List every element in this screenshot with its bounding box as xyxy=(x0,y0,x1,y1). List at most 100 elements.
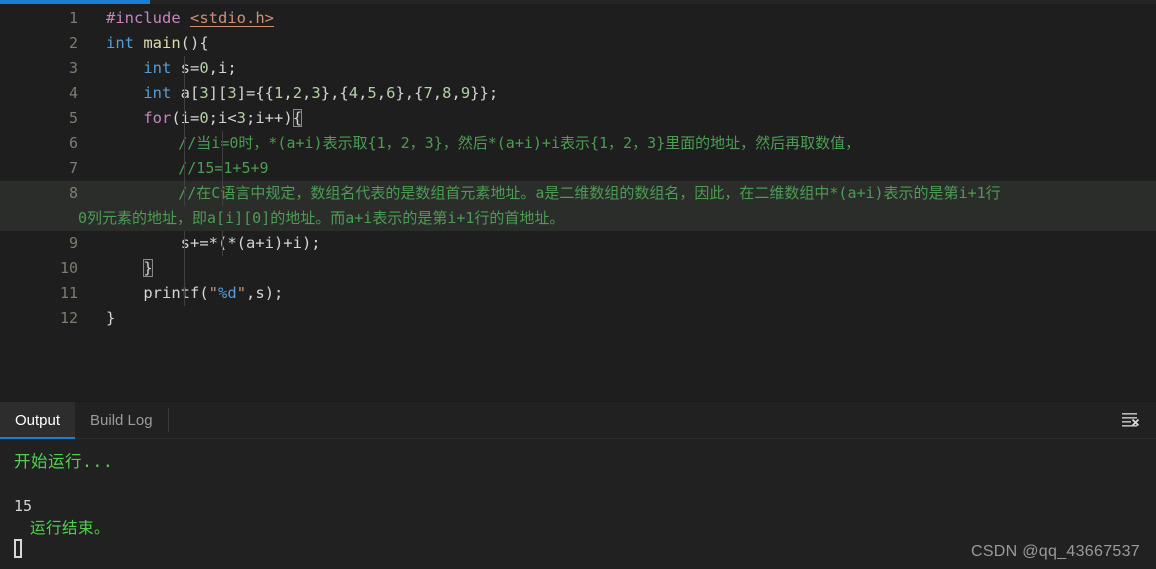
code-rows: 1 #include <stdio.h> 2 int main(){ 3 int… xyxy=(0,4,1156,331)
token-quote-open: " xyxy=(208,284,219,302)
token-ident: s= xyxy=(171,59,200,77)
code-line-wrap[interactable]: 0列元素的地址，即a[i][0]的地址。而a+i表示的是第i+1行的首地址。 xyxy=(0,206,1156,231)
line-content[interactable]: printf("%d",s); xyxy=(78,281,1156,306)
code-line[interactable]: 6 //当i=0时，*(a+i)表示取{1，2，3}，然后*(a+i)+i表示{… xyxy=(0,131,1156,156)
code-line[interactable]: 3 int s=0,i; xyxy=(0,56,1156,81)
code-line[interactable]: 7 //15=1+5+9 xyxy=(0,156,1156,181)
token-punct: , xyxy=(376,84,387,102)
bracket-match-open: { xyxy=(292,109,303,127)
indent-guide xyxy=(184,56,185,81)
line-content[interactable]: } xyxy=(78,306,1156,331)
code-line[interactable]: 4 int a[3][3]={{1,2,3},{4,5,6},{7,8,9}}; xyxy=(0,81,1156,106)
code-line[interactable]: 5 for(i=0;i<3;i++){ xyxy=(0,106,1156,131)
token-ident: a[ xyxy=(171,84,200,102)
line-number: 1 xyxy=(68,9,78,27)
line-content[interactable]: //当i=0时，*(a+i)表示取{1，2，3}，然后*(a+i)+i表示{1，… xyxy=(78,131,1156,156)
indent-guide xyxy=(184,231,185,256)
line-number: 3 xyxy=(68,59,78,77)
line-content[interactable]: int main(){ xyxy=(78,31,1156,56)
token-number: 0 xyxy=(199,59,209,77)
token-number: 9 xyxy=(460,84,471,102)
token-function-call: printf xyxy=(143,284,200,302)
line-content[interactable]: int a[3][3]={{1,2,3},{4,5,6},{7,8,9}}; xyxy=(78,81,1156,106)
indent-guide xyxy=(222,131,223,156)
output-console[interactable]: 开始运行... 15 运行结束。 CSDN @qq_43667537 xyxy=(0,439,1156,569)
code-editor[interactable]: 1 #include <stdio.h> 2 int main(){ 3 int… xyxy=(0,4,1156,401)
tab-output[interactable]: Output xyxy=(0,402,76,439)
line-content[interactable]: #include <stdio.h> xyxy=(78,6,1156,31)
token-comment-wrap: 0列元素的地址，即a[i][0]的地址。而a+i表示的是第i+1行的首地址。 xyxy=(78,209,565,227)
line-number: 11 xyxy=(59,284,78,302)
tab-build-log[interactable]: Build Log xyxy=(75,402,168,438)
token-number: 3 xyxy=(236,109,247,127)
code-line[interactable]: 2 int main(){ xyxy=(0,31,1156,56)
code-line[interactable]: 9 s+=*(*(a+i)+i); xyxy=(0,231,1156,256)
token-statement: s+=*(*(a+i)+i); xyxy=(180,234,321,252)
token-number: 3 xyxy=(311,84,321,102)
tabbar-spacer xyxy=(169,402,1156,438)
line-number: 5 xyxy=(68,109,78,127)
token-punct: ][ xyxy=(208,84,228,102)
bracket-match-close: } xyxy=(143,259,153,277)
token-number: 1 xyxy=(274,84,284,102)
line-number: 12 xyxy=(59,309,78,327)
token-punct: }}; xyxy=(470,84,499,102)
line-number: 6 xyxy=(68,134,78,152)
line-content[interactable]: int s=0,i; xyxy=(78,56,1156,81)
code-line[interactable]: 1 #include <stdio.h> xyxy=(0,6,1156,31)
console-program-output: 15 xyxy=(14,497,33,515)
console-start-line: 开始运行... xyxy=(14,452,114,471)
line-content[interactable]: s+=*(*(a+i)+i); xyxy=(78,231,1156,256)
token-comment: //在C语言中规定，数组名代表的是数组首元素地址。a是二维数组的数组名，因此，在… xyxy=(178,184,1001,202)
line-content[interactable]: } xyxy=(78,256,1156,281)
block-cursor-icon xyxy=(14,539,22,558)
indent-guide xyxy=(222,181,223,206)
bottom-panel: Output Build Log 开始运行... 15 运行结束。 CSDN @… xyxy=(0,402,1156,569)
token-keyword-for: for xyxy=(143,109,172,127)
token-punct: , xyxy=(302,84,312,102)
line-number: 8 xyxy=(68,184,78,202)
token-header-include: <stdio.h> xyxy=(190,9,274,27)
code-line[interactable]: 12 } xyxy=(0,306,1156,331)
line-number: 9 xyxy=(68,234,78,252)
tab-build-log-label: Build Log xyxy=(90,411,153,429)
token-punct: , xyxy=(432,84,443,102)
code-line[interactable]: 11 printf("%d",s); xyxy=(0,281,1156,306)
indent-guide xyxy=(184,281,185,306)
token-punct: (i= xyxy=(171,109,200,127)
code-line[interactable]: 10 } xyxy=(0,256,1156,281)
line-number: 4 xyxy=(68,84,78,102)
indent-guide xyxy=(184,181,185,206)
token-punct: },{ xyxy=(395,84,424,102)
token-number: 3 xyxy=(199,84,209,102)
indent-guide xyxy=(222,156,223,181)
token-type: int xyxy=(143,84,172,102)
token-quote-close: " xyxy=(236,284,247,302)
line-number: 7 xyxy=(68,159,78,177)
code-line-active[interactable]: 8 //在C语言中规定，数组名代表的是数组首元素地址。a是二维数组的数组名，因此… xyxy=(0,181,1156,206)
token-number: 5 xyxy=(367,84,377,102)
token-punct: ]={{ xyxy=(236,84,275,102)
line-content[interactable]: for(i=0;i<3;i++){ xyxy=(78,106,1156,131)
indent-guide xyxy=(222,231,223,256)
token-punct: },{ xyxy=(320,84,349,102)
token-type: int xyxy=(143,59,172,77)
token-comment: //15=1+5+9 xyxy=(178,159,269,177)
line-content-wrap[interactable]: 0列元素的地址，即a[i][0]的地址。而a+i表示的是第i+1行的首地址。 xyxy=(78,206,1156,231)
line-content[interactable]: //在C语言中规定，数组名代表的是数组首元素地址。a是二维数组的数组名，因此，在… xyxy=(78,181,1156,206)
clear-output-icon[interactable] xyxy=(1120,411,1142,429)
indent-guide xyxy=(184,256,185,281)
line-content[interactable]: //15=1+5+9 xyxy=(78,156,1156,181)
indent-guide xyxy=(184,156,185,181)
token-brace: } xyxy=(106,309,116,327)
token-punct: (){ xyxy=(180,34,209,52)
token-function: main xyxy=(143,34,181,52)
token-comment: //当i=0时，*(a+i)表示取{1，2，3}，然后*(a+i)+i表示{1，… xyxy=(178,134,861,152)
panel-tabbar: Output Build Log xyxy=(0,402,1156,439)
watermark: CSDN @qq_43667537 xyxy=(970,543,1140,560)
line-number: 10 xyxy=(59,259,78,277)
token-punct: , xyxy=(283,84,293,102)
token-number: 7 xyxy=(423,84,433,102)
